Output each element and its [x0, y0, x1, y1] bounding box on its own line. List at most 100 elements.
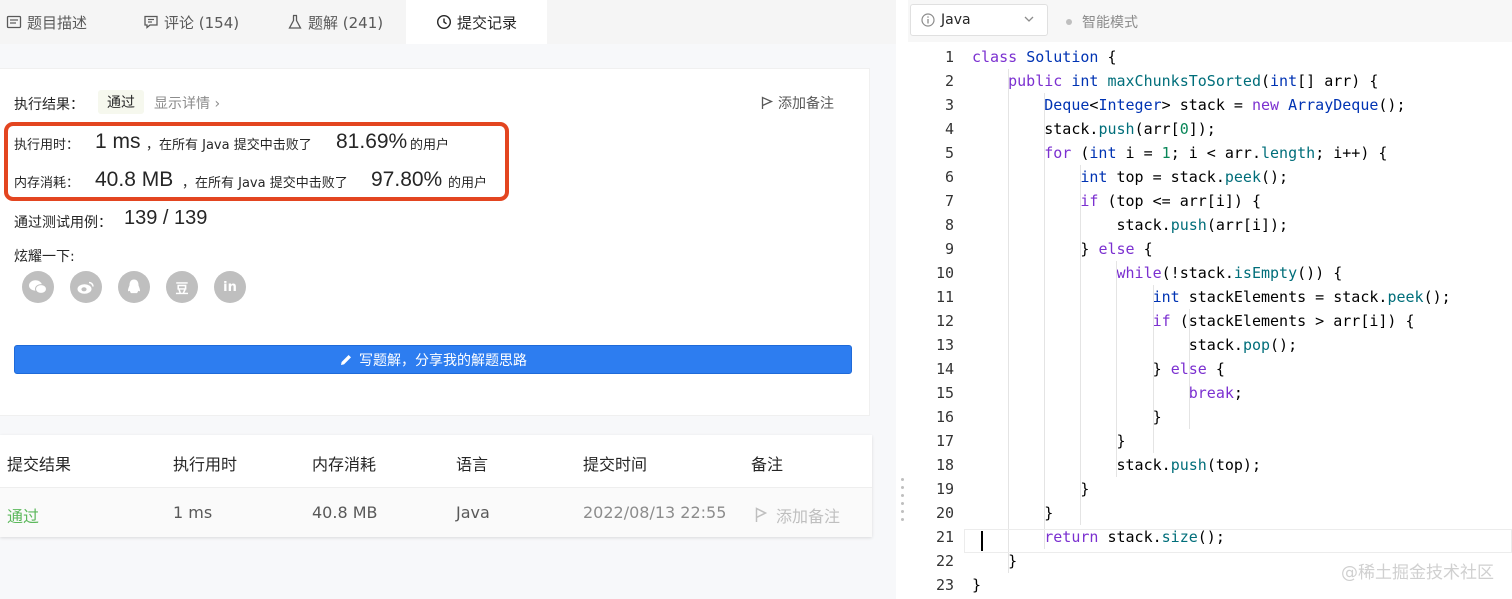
tests-label: 通过测试用例： [14, 215, 112, 231]
tab-comments[interactable]: 评论 (154) [143, 0, 263, 44]
smart-mode-label: 智能模式 [1082, 15, 1138, 31]
runtime-text: ，在所有 Java 提交中击败了 [146, 138, 312, 153]
line-number: 8 [944, 216, 954, 234]
memory-value: 40.8 MB [95, 168, 174, 191]
code-line[interactable]: 7 if (top <= arr[i]) { [908, 189, 1512, 213]
code-line[interactable]: 11 int stackElements = stack.peek(); [908, 285, 1512, 309]
line-number: 12 [935, 312, 954, 330]
line-number: 9 [944, 240, 954, 258]
runtime-percent: 81.69% [336, 130, 408, 153]
row-memory: 40.8 MB [312, 503, 378, 522]
row-runtime: 1 ms [173, 503, 213, 522]
code-line[interactable]: 17 } [908, 429, 1512, 453]
info-icon [921, 13, 935, 27]
tab-description-label: 题目描述 [27, 13, 88, 32]
flask-icon [288, 14, 302, 29]
col-status: 提交结果 [7, 455, 72, 474]
code-line[interactable]: 1 class Solution { [908, 45, 1512, 69]
code-editor-panel: Java 智能模式 1 class Solution {2 public int … [908, 0, 1512, 599]
editor-toolbar: Java 智能模式 [908, 0, 1512, 42]
line-number: 19 [935, 480, 954, 498]
code-line[interactable]: 18 stack.push(top); [908, 453, 1512, 477]
code-line[interactable]: 4 stack.push(arr[0]); [908, 117, 1512, 141]
indent-guide [1008, 69, 1010, 573]
col-language: 语言 [456, 455, 489, 474]
wechat-icon[interactable] [22, 271, 54, 303]
col-time: 提交时间 [583, 455, 648, 474]
code-text: if (top <= arr[i]) { [1080, 192, 1261, 210]
splitter-grip-dot [901, 486, 904, 489]
code-text: while(!stack.isEmpty()) { [1116, 264, 1343, 282]
runtime-suffix: 的用户 [410, 138, 450, 153]
indent-guide [1188, 309, 1190, 429]
douban-glyph: 豆 [175, 281, 189, 297]
tab-description[interactable]: 题目描述 [6, 0, 116, 44]
code-line[interactable]: 5 for (int i = 1; i < arr.length; i++) { [908, 141, 1512, 165]
code-text: } [972, 552, 1018, 570]
line-number: 13 [935, 336, 954, 354]
code-text: break; [1188, 384, 1243, 402]
tab-solutions[interactable]: 题解 (241) [287, 0, 407, 44]
code-line[interactable]: 2 public int maxChunksToSorted(int[] arr… [908, 69, 1512, 93]
code-text: } [972, 576, 982, 594]
line-number: 17 [935, 432, 954, 450]
code-line[interactable]: 13 stack.pop(); [908, 333, 1512, 357]
code-line[interactable]: 3 Deque<Integer> stack = new ArrayDeque(… [908, 93, 1512, 117]
text-cursor [981, 531, 983, 551]
splitter-grip-dot [901, 518, 904, 521]
douban-icon[interactable]: 豆 [166, 271, 198, 303]
table-header: 提交结果 执行用时 内存消耗 语言 提交时间 备注 [0, 435, 872, 487]
memory-suffix: 的用户 [448, 176, 488, 191]
code-area[interactable]: 1 class Solution {2 public int maxChunksT… [908, 44, 1512, 599]
line-number: 20 [935, 504, 954, 522]
runtime-value: 1 ms [95, 130, 141, 153]
linkedin-icon[interactable]: in [214, 271, 246, 303]
code-text: Deque<Integer> stack = new ArrayDeque(); [1044, 96, 1406, 114]
code-line[interactable]: 16 } [908, 405, 1512, 429]
row-language: Java [456, 503, 490, 522]
current-line-highlight [964, 529, 1512, 553]
code-text: int top = stack.peek(); [1080, 168, 1289, 186]
weibo-icon[interactable] [70, 271, 102, 303]
status-badge: 通过 [98, 90, 144, 114]
code-text: public int maxChunksToSorted(int[] arr) … [1008, 72, 1379, 90]
code-text: if (stackElements > arr[i]) { [1152, 312, 1415, 330]
qq-icon[interactable] [118, 271, 150, 303]
code-line[interactable]: 14 } else { [908, 357, 1512, 381]
add-note-label: 添加备注 [778, 96, 834, 112]
language-select[interactable]: Java [910, 4, 1048, 36]
description-icon [6, 15, 22, 29]
table-row[interactable]: 通过 1 ms 40.8 MB Java 2022/08/13 22:55 添加… [0, 487, 872, 537]
memory-percent: 97.80% [371, 168, 443, 191]
row-add-note-button[interactable]: 添加备注 [754, 503, 840, 527]
indent-guide [1044, 93, 1046, 549]
write-solution-button[interactable]: 写题解，分享我的解题思路 [14, 345, 852, 374]
code-line[interactable]: 20 } [908, 501, 1512, 525]
code-text: for (int i = 1; i < arr.length; i++) { [1044, 144, 1388, 162]
tab-submissions[interactable]: 提交记录 [406, 0, 547, 44]
code-text: } [972, 432, 1126, 450]
memory-text: ，在所有 Java 提交中击败了 [182, 176, 348, 191]
splitter-grip-dot [901, 478, 904, 481]
memory-label: 内存消耗： [14, 176, 80, 191]
add-note-button[interactable]: 添加备注 [760, 93, 834, 113]
line-number: 15 [935, 384, 954, 402]
code-line[interactable]: 10 while(!stack.isEmpty()) { [908, 261, 1512, 285]
line-number: 5 [944, 144, 954, 162]
code-line[interactable]: 15 break; [908, 381, 1512, 405]
line-number: 23 [935, 576, 954, 594]
row-add-note-label: 添加备注 [776, 507, 841, 526]
code-line[interactable]: 19 } [908, 477, 1512, 501]
show-details-link[interactable]: 显示详情 › [154, 93, 220, 113]
code-line[interactable]: 6 int top = stack.peek(); [908, 165, 1512, 189]
row-status[interactable]: 通过 [7, 503, 39, 527]
smart-mode-toggle[interactable]: 智能模式 [1066, 12, 1138, 32]
code-line[interactable]: 8 stack.push(arr[i]); [908, 213, 1512, 237]
language-value: Java [941, 12, 971, 28]
code-line[interactable]: 12 if (stackElements > arr[i]) { [908, 309, 1512, 333]
flag-icon [761, 96, 774, 109]
code-line[interactable]: 9 } else { [908, 237, 1512, 261]
splitter-grip-dot [901, 510, 904, 513]
tests-value: 139 / 139 [124, 207, 208, 229]
line-number: 21 [935, 528, 954, 546]
